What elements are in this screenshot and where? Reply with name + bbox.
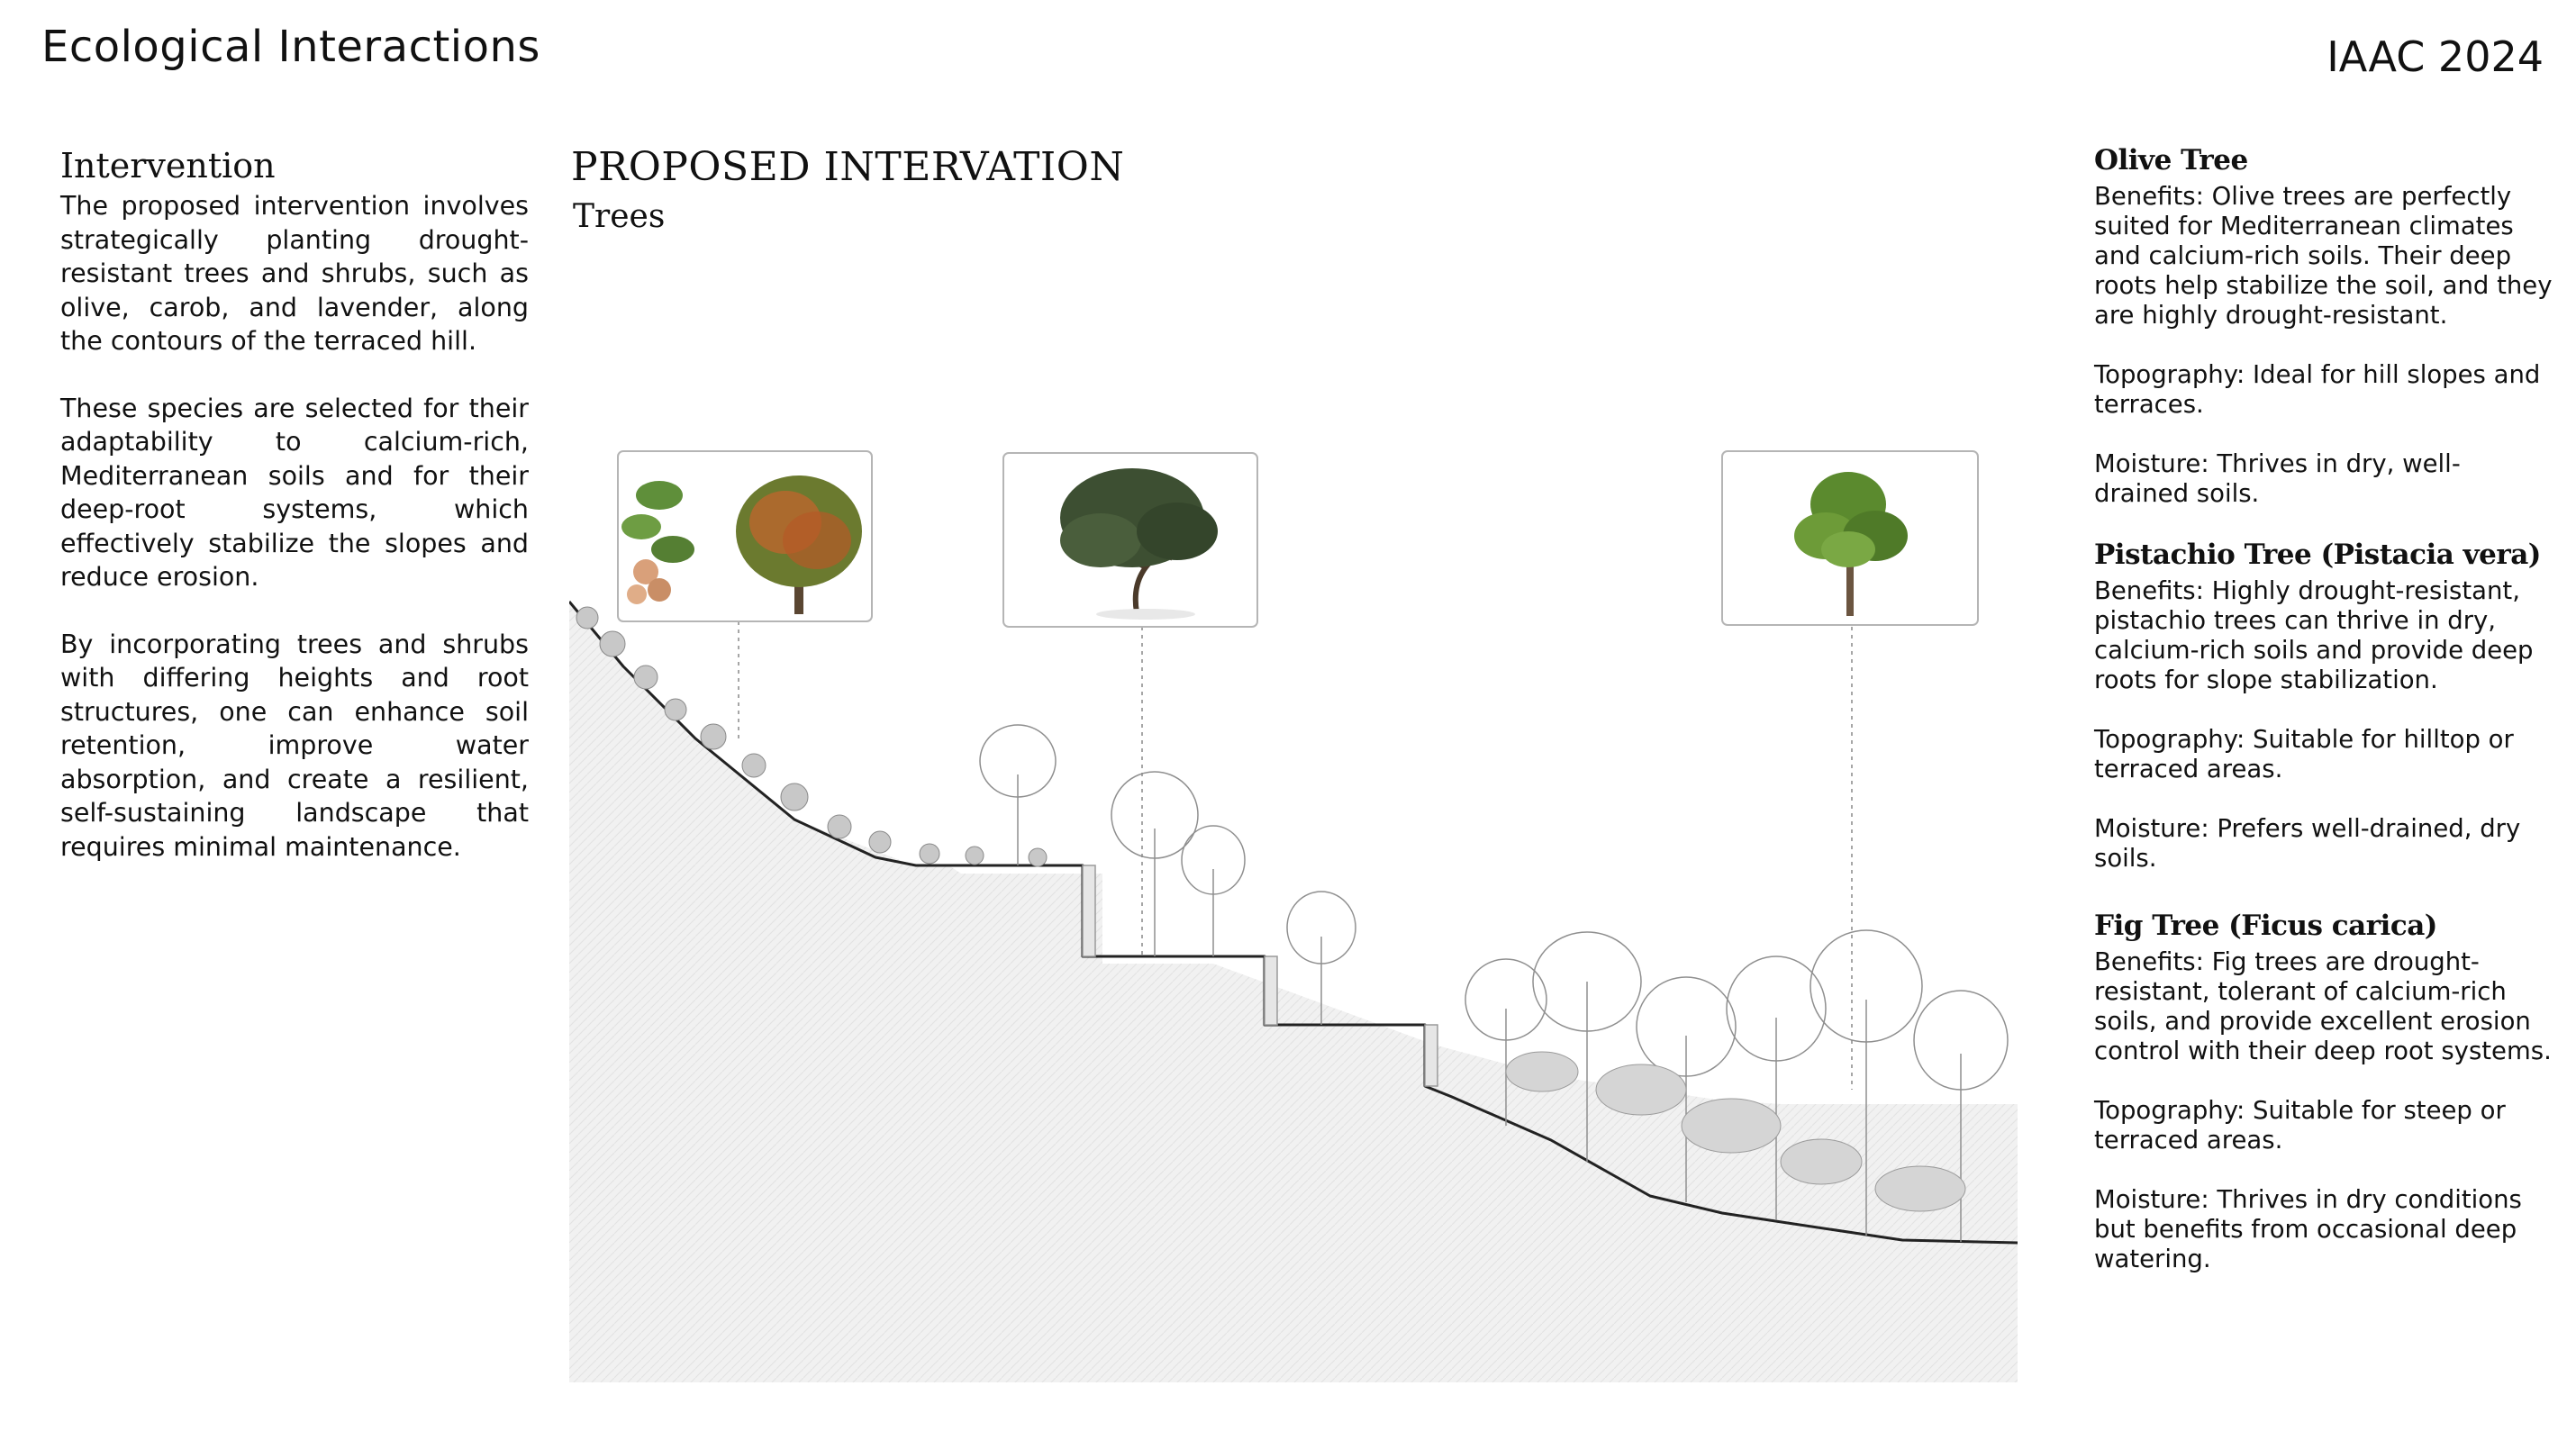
species-pistachio: Pistachio Tree (Pistacia vera) Benefits:… <box>2094 539 2553 874</box>
species-benefits: Benefits: Olive trees are perfectly suit… <box>2094 182 2553 330</box>
species-moisture: Moisture: Thrives in dry, well-drained s… <box>2094 449 2461 508</box>
species-topography: Topography: Ideal for hill slopes and te… <box>2094 360 2541 419</box>
intervention-panel: Intervention The proposed intervention i… <box>60 146 529 897</box>
species-olive: Olive Tree Benefits: Olive trees are per… <box>2094 144 2553 509</box>
intervention-paragraph-3: By incorporating trees and shrubs with d… <box>60 629 529 862</box>
species-card-fig <box>1721 450 1979 626</box>
terrain-section-diagram <box>569 450 2018 1382</box>
species-moisture: Moisture: Thrives in dry conditions but … <box>2094 1185 2522 1273</box>
intervention-paragraph-2: These species are selected for their ada… <box>60 393 529 593</box>
species-moisture: Moisture: Prefers well-drained, dry soil… <box>2094 814 2521 873</box>
species-name: Fig Tree (Ficus carica) <box>2094 910 2437 942</box>
species-name: Pistachio Tree (Pistacia vera) <box>2094 539 2541 571</box>
species-benefits: Benefits: Fig trees are drought-resistan… <box>2094 947 2552 1065</box>
species-card-olive <box>1002 452 1258 628</box>
intervention-heading: Intervention <box>60 146 276 186</box>
species-fig: Fig Tree (Ficus carica) Benefits: Fig tr… <box>2094 910 2553 1274</box>
species-panel: Olive Tree Benefits: Olive trees are per… <box>2094 144 2553 1304</box>
section-subtitle: Trees <box>573 198 666 235</box>
species-benefits: Benefits: Highly drought-resistant, pist… <box>2094 576 2534 694</box>
section-title: PROPOSED INTERVATION <box>571 144 1125 190</box>
species-topography: Topography: Suitable for steep or terrac… <box>2094 1096 2506 1155</box>
species-topography: Topography: Suitable for hilltop or terr… <box>2094 725 2514 783</box>
species-name: Olive Tree <box>2094 144 2248 177</box>
course-tag: IAAC 2024 <box>2327 32 2544 81</box>
species-card-pistachio <box>617 450 873 622</box>
intervention-paragraph-1: The proposed intervention involves strat… <box>60 191 529 356</box>
page-title: Ecological Interactions <box>41 22 540 72</box>
